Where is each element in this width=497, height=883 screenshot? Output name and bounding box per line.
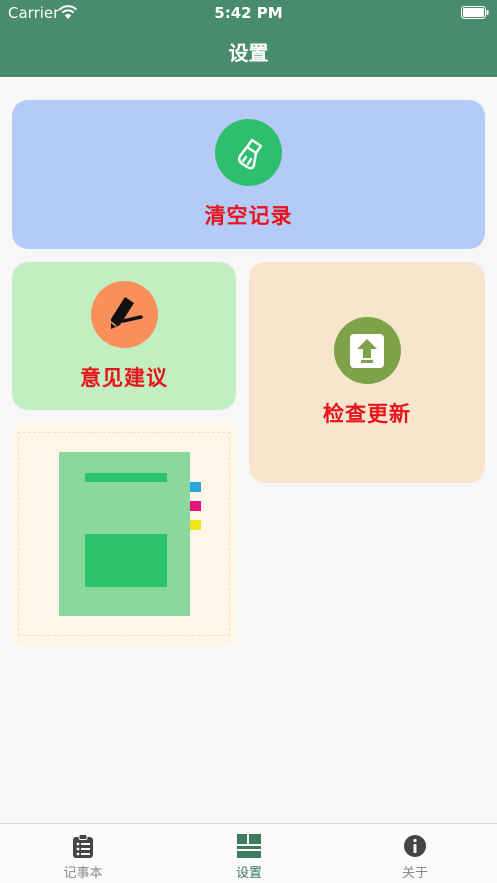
check-update-card[interactable]: 检查更新 — [249, 262, 485, 483]
status-bar: Carrier 5:42 PM — [0, 0, 497, 26]
notebook-title-bar — [85, 473, 167, 482]
page-title: 设置 — [228, 41, 269, 65]
clear-records-label: 清空记录 — [204, 204, 293, 228]
tab-about[interactable]: 关于 — [332, 824, 497, 883]
clear-records-card[interactable]: 清空记录 — [12, 100, 485, 249]
battery-icon — [461, 6, 489, 19]
feedback-icon-circle — [90, 280, 158, 348]
clipboard-list-icon — [73, 834, 93, 858]
info-icon — [404, 835, 426, 857]
pen-icon — [110, 297, 143, 329]
notebook-tab-yellow — [190, 520, 201, 530]
update-icon-circle — [333, 317, 401, 384]
upload-icon — [350, 333, 384, 368]
tab-notebook-label: 记事本 — [63, 866, 103, 881]
status-time: 5:42 PM — [214, 4, 283, 22]
clear-icon-circle — [215, 119, 282, 186]
feedback-card[interactable]: 意见建议 — [12, 262, 236, 410]
notebook-label-block — [85, 534, 167, 587]
notebook-illustration — [12, 422, 236, 646]
tab-notebook[interactable]: 记事本 — [0, 824, 166, 883]
tab-settings[interactable]: 设置 — [166, 824, 332, 883]
tab-bar: 记事本 设置 关于 — [0, 823, 497, 883]
feedback-label: 意见建议 — [80, 365, 168, 390]
broom-icon — [237, 138, 262, 169]
tab-about-label: 关于 — [401, 866, 428, 881]
notebook-tab-blue — [190, 482, 201, 492]
check-update-label: 检查更新 — [323, 402, 411, 426]
header: Carrier 5:42 PM 设置 — [0, 0, 497, 77]
grid-icon — [237, 834, 261, 858]
notebook-tab-magenta — [190, 501, 201, 511]
tab-settings-label: 设置 — [235, 866, 262, 881]
